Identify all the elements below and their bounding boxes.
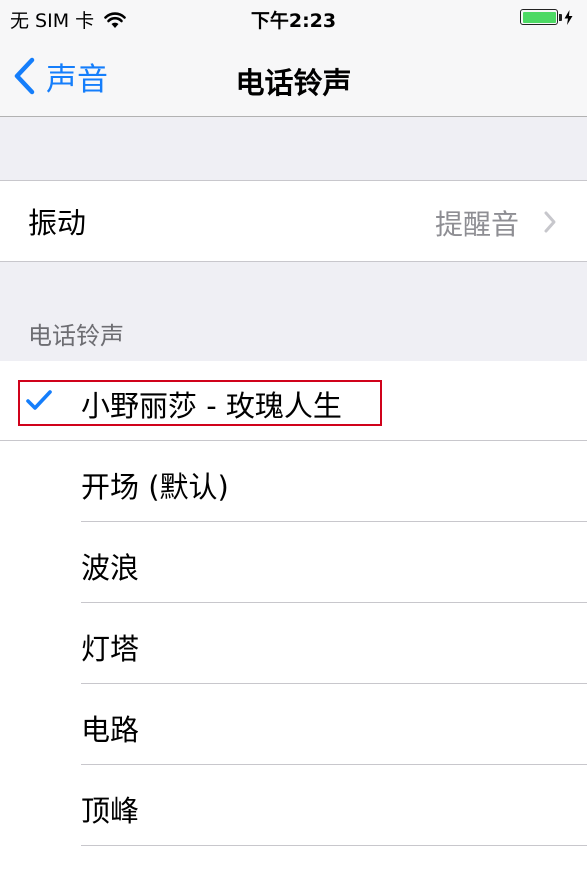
status-bar: 无 SIM 卡 下午2:23 <box>0 0 587 38</box>
page-title: 电话铃声 <box>235 66 352 100</box>
ringtone-row-selected[interactable]: 小野丽莎 - 玫瑰人生 <box>0 361 587 441</box>
ringtone-row[interactable]: 电路 <box>0 685 587 765</box>
navigation-bar: 声音 电话铃声 <box>0 38 587 117</box>
battery-fill <box>522 11 556 23</box>
ringtone-label: 顶峰 <box>81 794 140 828</box>
ringtone-row[interactable]: 顶峰 <box>0 766 587 846</box>
row-divider <box>81 764 587 765</box>
vibration-value: 提醒音 <box>434 208 519 241</box>
ringtone-label: 开场 (默认) <box>81 470 229 504</box>
row-divider <box>81 602 587 603</box>
row-divider <box>81 683 587 684</box>
ringtone-row[interactable]: 波浪 <box>0 523 587 603</box>
battery-nub <box>559 13 562 21</box>
ringtone-row[interactable]: 灯塔 <box>0 604 587 684</box>
screen: 无 SIM 卡 下午2:23 声音 电话铃声 振动 提醒音 电话铃声 小野丽莎 … <box>0 0 587 873</box>
vibration-label: 振动 <box>28 206 87 240</box>
ringtone-list: 小野丽莎 - 玫瑰人生 开场 (默认) 波浪 灯塔 电路 顶峰 <box>0 361 587 873</box>
vibration-group: 振动 提醒音 <box>0 180 587 262</box>
vibration-row[interactable]: 振动 提醒音 <box>0 181 587 261</box>
row-divider <box>0 440 587 441</box>
ringtone-section-header: 电话铃声 <box>28 322 124 350</box>
charging-bolt-icon <box>564 9 573 25</box>
battery-shell <box>520 9 558 25</box>
ringtone-label: 小野丽莎 - 玫瑰人生 <box>81 389 342 423</box>
status-time: 下午2:23 <box>250 10 337 32</box>
row-divider <box>81 521 587 522</box>
battery-icon <box>520 9 573 25</box>
ringtone-label: 灯塔 <box>81 632 140 666</box>
chevron-right-icon <box>544 211 556 233</box>
row-divider <box>81 845 587 846</box>
checkmark-icon <box>26 390 52 410</box>
ringtone-row[interactable]: 开场 (默认) <box>0 442 587 522</box>
ringtone-label: 电路 <box>81 713 140 747</box>
ringtone-label: 波浪 <box>81 551 140 585</box>
